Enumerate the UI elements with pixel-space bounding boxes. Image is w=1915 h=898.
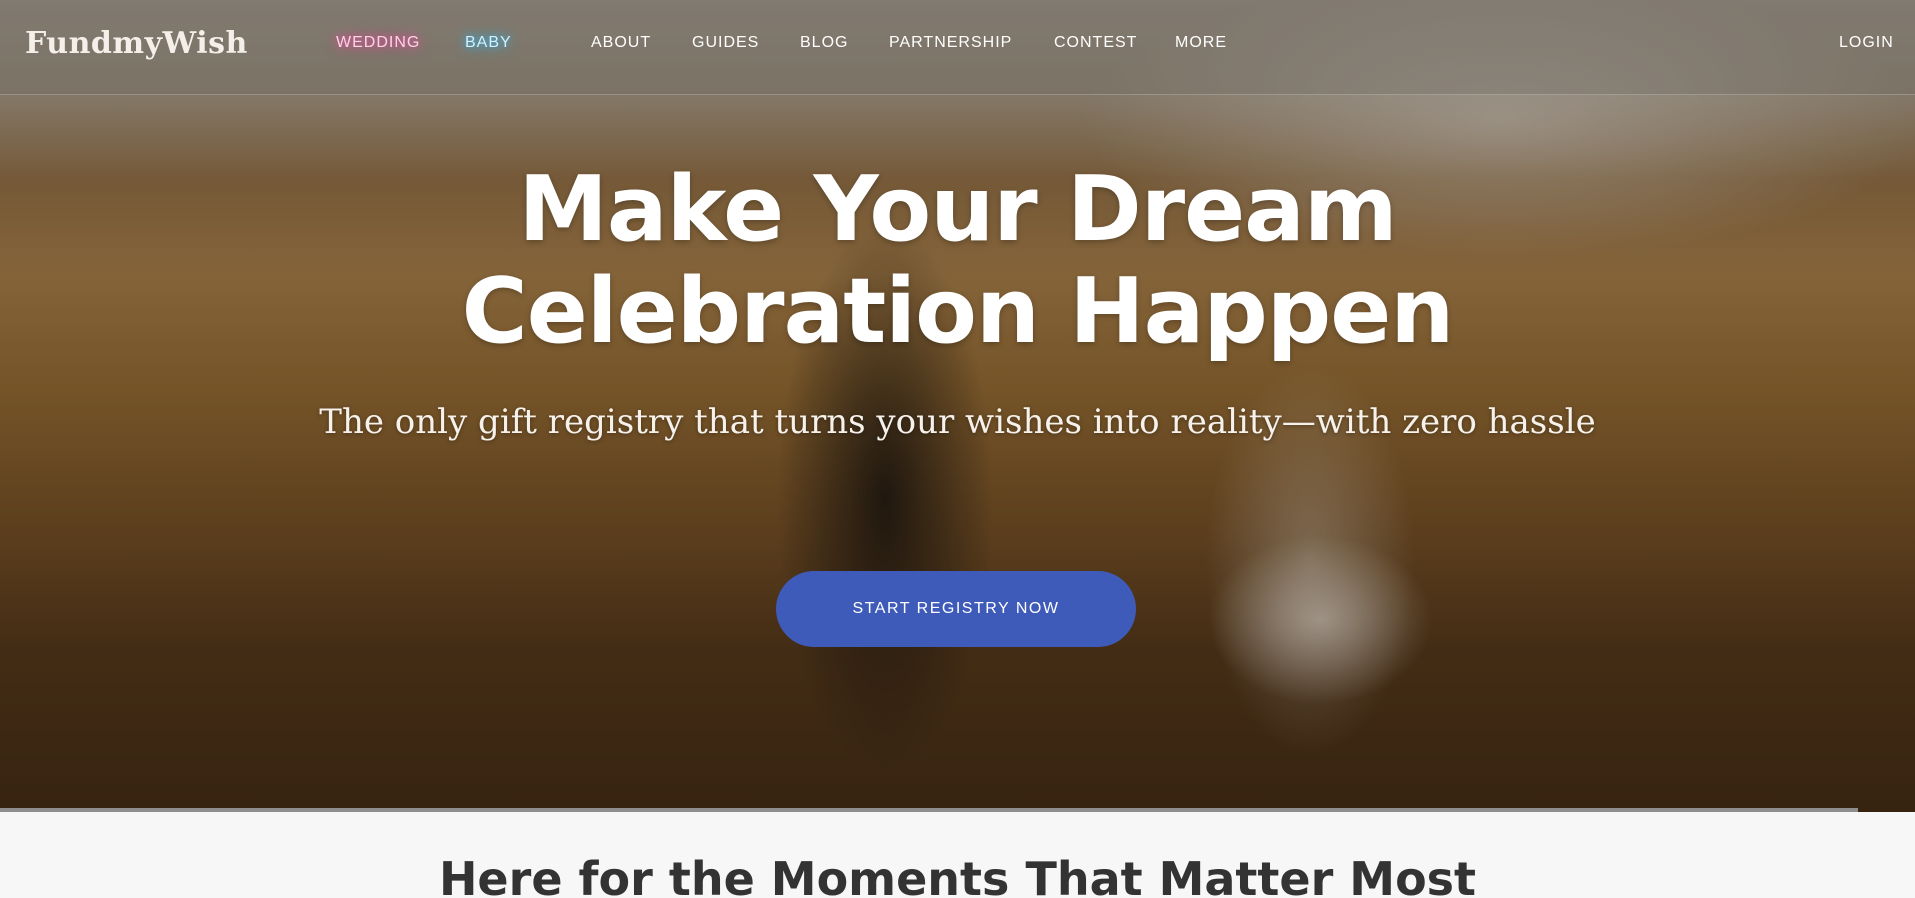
- nav-link-more[interactable]: MORE: [1175, 34, 1227, 52]
- nav-link-baby[interactable]: BABY: [465, 34, 512, 52]
- nav-link-blog[interactable]: BLOG: [800, 34, 848, 52]
- nav-link-about[interactable]: ABOUT: [591, 34, 651, 52]
- site-logo[interactable]: FundmyWish: [25, 26, 248, 61]
- section-title: Here for the Moments That Matter Most: [438, 852, 1477, 898]
- login-link[interactable]: LOGIN: [1839, 34, 1894, 52]
- nav-link-wedding[interactable]: WEDDING: [336, 34, 420, 52]
- top-navbar: FundmyWish WEDDING BABY ABOUT GUIDES BLO…: [0, 0, 1915, 95]
- nav-link-contest[interactable]: CONTEST: [1054, 34, 1137, 52]
- hero-headline-line2: Celebration Happen: [461, 259, 1455, 364]
- hero-divider: [0, 808, 1858, 812]
- nav-link-partnership[interactable]: PARTNERSHIP: [889, 34, 1012, 52]
- start-registry-button[interactable]: START REGISTRY NOW: [776, 571, 1136, 647]
- hero-headline-line1: Make Your Dream: [518, 157, 1397, 262]
- hero-subheadline: The only gift registry that turns your w…: [319, 402, 1596, 442]
- hero-section: FundmyWish WEDDING BABY ABOUT GUIDES BLO…: [0, 0, 1915, 812]
- nav-link-guides[interactable]: GUIDES: [692, 34, 759, 52]
